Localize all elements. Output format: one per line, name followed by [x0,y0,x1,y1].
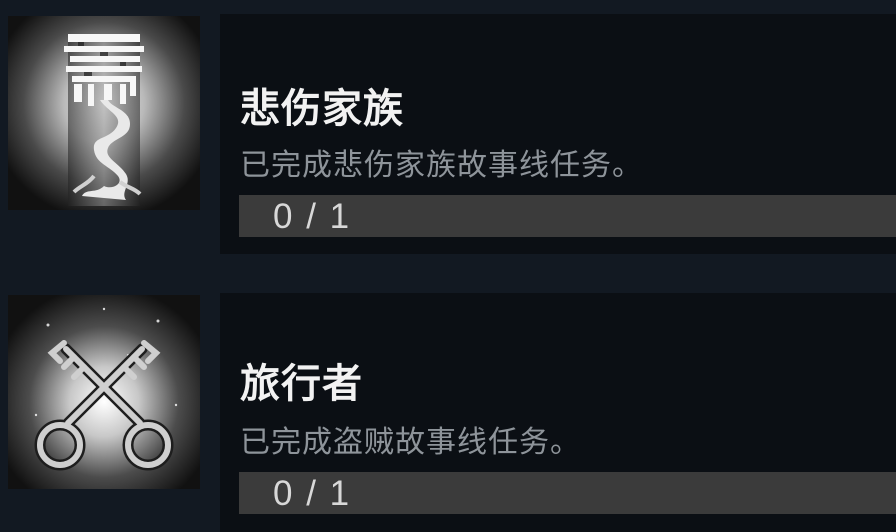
progress-bar: 0 / 1 [239,472,896,514]
crossed-keys-icon [8,295,200,489]
achievement-title: 悲伤家族 [240,86,404,132]
achievement-item[interactable]: 旅行者 已完成盗贼故事线任务。 0 / 1 [0,293,896,532]
family-tree-icon [8,16,200,210]
progress-text: 0 / 1 [273,474,352,513]
achievement-title: 旅行者 [240,361,363,407]
achievement-panel: 旅行者 已完成盗贼故事线任务。 0 / 1 [220,293,896,532]
achievement-description: 已完成悲伤家族故事线任务。 [240,148,643,183]
achievement-item[interactable]: 悲伤家族 已完成悲伤家族故事线任务。 0 / 1 [0,14,896,254]
progress-bar: 0 / 1 [239,195,896,237]
progress-text: 0 / 1 [273,197,352,236]
achievement-panel: 悲伤家族 已完成悲伤家族故事线任务。 0 / 1 [220,14,896,254]
achievement-description: 已完成盗贼故事线任务。 [240,425,581,460]
